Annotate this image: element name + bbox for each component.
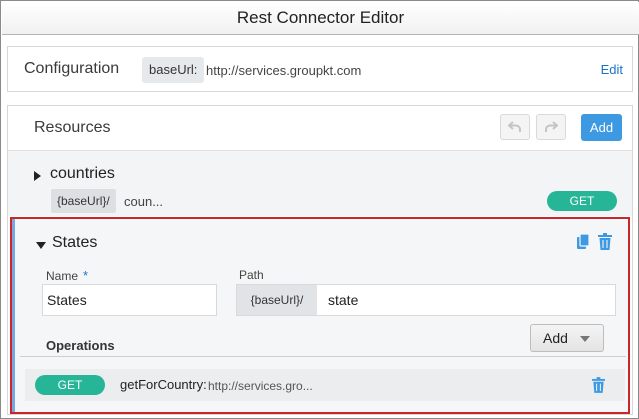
copy-icon[interactable] [576,233,590,255]
collapse-triangle-icon[interactable] [36,242,46,249]
base-url-key-chip: baseUrl: [142,57,205,83]
path-field-label: Path [239,268,264,282]
add-resource-button[interactable]: Add [581,114,622,141]
operation-row[interactable]: GET getForCountry: http://services.gro..… [25,369,625,401]
edit-configuration-link[interactable]: Edit [601,62,623,77]
undo-icon [508,121,521,132]
undo-button[interactable] [500,114,530,140]
add-operation-label: Add [543,330,568,346]
configuration-panel: Configuration baseUrl: http://services.g… [7,46,633,92]
redo-button[interactable] [536,114,566,140]
resource-name: countries [50,165,115,182]
caret-down-icon [580,336,590,342]
editor-window: Rest Connector Editor Configuration base… [0,0,639,419]
resource-path-preview: coun... [124,194,164,209]
name-input[interactable]: States [42,284,217,316]
resources-panel: Resources Add countries {baseUrl}/ coun.… [7,105,633,415]
resource-row-countries[interactable]: countries {baseUrl}/ coun... GET [8,150,632,216]
divider [20,356,626,357]
method-badge-get: GET [547,191,617,211]
redo-icon [545,121,558,132]
resources-title: Resources [34,119,111,136]
configuration-label: Configuration [24,60,120,77]
delete-resource-icon[interactable] [598,233,612,255]
base-url-chip: {baseUrl}/ [51,189,116,213]
base-url-chip: {baseUrl}/ [237,285,317,315]
operation-name: getForCountry: [120,377,207,392]
add-operation-dropdown[interactable]: Add [530,324,604,352]
operations-label: Operations [46,338,115,353]
required-marker: * [83,268,89,283]
resource-row-states: States Name * Path States {baseUrl}/ sta… [10,217,630,414]
base-url-value: http://services.groupkt.com [206,63,362,78]
path-input[interactable]: {baseUrl}/ state [236,284,616,316]
path-value: state [328,292,359,308]
operation-url-preview: http://services.gro... [208,379,313,393]
expand-triangle-icon[interactable] [34,171,41,181]
window-title: Rest Connector Editor [2,2,639,35]
delete-operation-icon[interactable] [592,377,605,398]
resource-detail-panel: States Name * Path States {baseUrl}/ sta… [12,219,628,412]
resources-header: Resources Add [8,106,632,148]
resource-name: States [52,234,98,251]
name-field-label: Name * [46,268,89,283]
method-badge-get: GET [35,375,105,395]
